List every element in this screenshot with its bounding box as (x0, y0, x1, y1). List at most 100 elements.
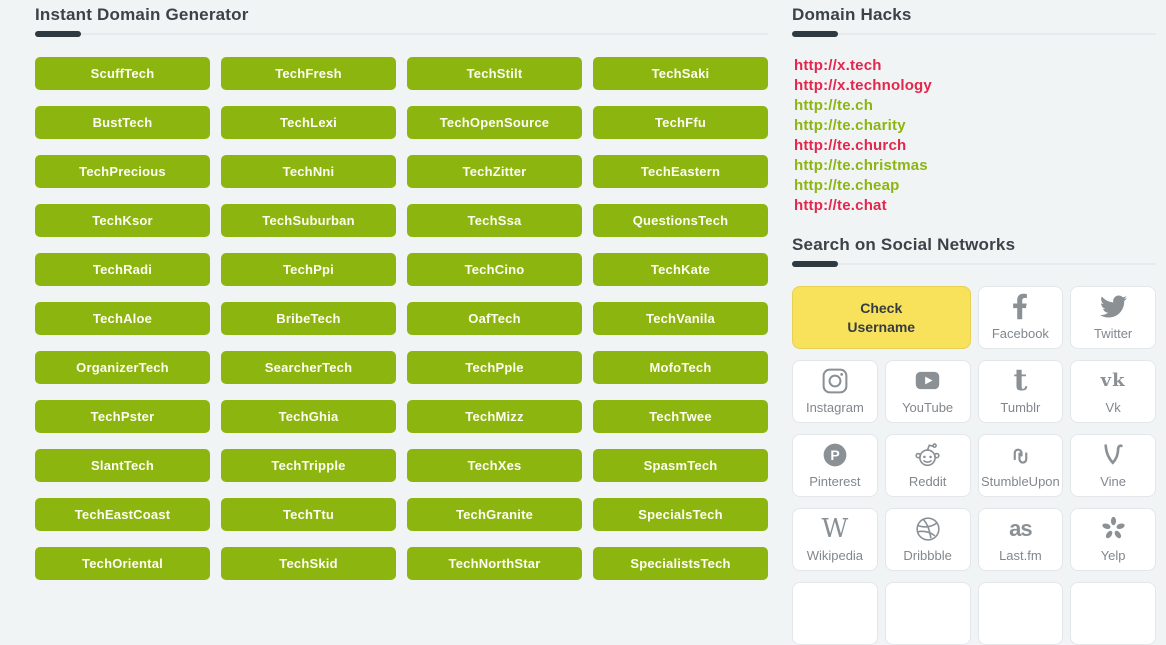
social-network-button[interactable]: Facebook (977, 286, 1064, 349)
domain-hack-link[interactable]: http://te.christmas (794, 156, 1156, 176)
social-network-button[interactable]: Dribbble (884, 508, 971, 571)
social-network-label: StumbleUpon (980, 474, 1060, 489)
youtube-icon (912, 361, 943, 400)
social-network-label: Instagram (805, 400, 864, 415)
social-network-button[interactable]: Yelp (1070, 508, 1156, 571)
social-network-label: Tumblr (1000, 400, 1041, 415)
domain-hacks-title: Domain Hacks (792, 5, 912, 24)
domain-suggestion-button[interactable]: TechXes (407, 449, 582, 482)
domain-hacks-list: http://x.tech http://x.technology http://t… (792, 56, 1156, 216)
domain-suggestion-button[interactable]: ScuffTech (35, 57, 210, 90)
domain-suggestion-button[interactable]: TechZitter (407, 155, 582, 188)
domain-suggestion-button[interactable]: TechTripple (221, 449, 396, 482)
domain-suggestion-button[interactable]: TechPple (407, 351, 582, 384)
domain-suggestion-button[interactable]: TechSsa (407, 204, 582, 237)
social-button-partial[interactable] (1070, 582, 1156, 645)
title-underline (792, 261, 1156, 267)
social-network-button[interactable]: as Last.fm (977, 508, 1064, 571)
right-sidebar: Domain Hacks http://x.tech http://x.techn… (792, 0, 1156, 645)
yelp-icon (1100, 509, 1127, 548)
domain-suggestion-button[interactable]: TechFresh (221, 57, 396, 90)
domain-suggestion-button[interactable]: TechCino (407, 253, 582, 286)
domain-suggestion-button[interactable]: TechTwee (593, 400, 768, 433)
social-network-button[interactable]: vk Vk (1070, 360, 1156, 423)
domain-suggestion-button[interactable]: TechGranite (407, 498, 582, 531)
domain-suggestion-button[interactable]: SlantTech (35, 449, 210, 482)
domain-suggestion-button[interactable]: OafTech (407, 302, 582, 335)
social-network-button[interactable]: Vine (1070, 434, 1156, 497)
domain-suggestion-button[interactable]: TechStilt (407, 57, 582, 90)
social-network-label: Pinterest (809, 474, 861, 489)
domain-suggestion-button[interactable]: SpecialistsTech (593, 547, 768, 580)
domain-suggestions-grid: ScuffTech TechFresh TechStilt TechSaki BustT… (35, 57, 768, 580)
domain-suggestion-button[interactable]: TechSuburban (221, 204, 396, 237)
domain-suggestion-button[interactable]: TechOriental (35, 547, 210, 580)
social-network-button[interactable]: StumbleUpon (977, 434, 1064, 497)
domain-suggestion-button[interactable]: TechPrecious (35, 155, 210, 188)
social-button-partial[interactable] (792, 582, 878, 645)
domain-suggestion-button[interactable]: BustTech (35, 106, 210, 139)
domain-suggestion-button[interactable]: TechSkid (221, 547, 396, 580)
domain-suggestion-button[interactable]: TechNorthStar (407, 547, 582, 580)
social-network-button[interactable]: Reddit (884, 434, 971, 497)
domain-suggestion-button[interactable]: QuestionsTech (593, 204, 768, 237)
social-network-button[interactable]: YouTube (884, 360, 971, 423)
social-network-label: Twitter (1093, 326, 1133, 341)
social-search-title: Search on Social Networks (792, 235, 1016, 254)
domain-hack-link[interactable]: http://x.technology (794, 76, 1156, 96)
domain-hack-link[interactable]: http://te.church (794, 136, 1156, 156)
social-network-label: Reddit (908, 474, 947, 489)
social-network-label: Wikipedia (806, 548, 864, 563)
domain-suggestion-button[interactable]: TechNni (221, 155, 396, 188)
domain-suggestion-button[interactable]: TechLexi (221, 106, 396, 139)
domain-hack-link[interactable]: http://te.charity (794, 116, 1156, 136)
domain-hack-link[interactable]: http://te.chat (794, 196, 1156, 216)
social-network-label: Vk (1105, 400, 1121, 415)
generator-title: Instant Domain Generator (35, 5, 249, 24)
check-username-button[interactable]: Check Username (792, 286, 971, 349)
social-network-button[interactable]: Twitter (1070, 286, 1156, 349)
social-networks-grid: Check Username Facebook Twitter Instagra… (792, 286, 1156, 645)
stumbleupon-icon (1005, 435, 1036, 474)
domain-suggestion-button[interactable]: TechKate (593, 253, 768, 286)
domain-suggestion-button[interactable]: TechVanila (593, 302, 768, 335)
domain-suggestion-button[interactable]: TechEastCoast (35, 498, 210, 531)
domain-suggestion-button[interactable]: TechAloe (35, 302, 210, 335)
social-network-label: Last.fm (999, 548, 1042, 563)
domain-suggestion-button[interactable]: TechFfu (593, 106, 768, 139)
domain-suggestion-button[interactable]: OrganizerTech (35, 351, 210, 384)
svg-text:P: P (830, 446, 839, 462)
social-network-button[interactable]: P Pinterest (792, 434, 878, 497)
domain-suggestion-button[interactable]: TechMizz (407, 400, 582, 433)
domain-suggestion-button[interactable]: TechPster (35, 400, 210, 433)
domain-suggestion-button[interactable]: BribeTech (221, 302, 396, 335)
vk-icon: vk (1100, 369, 1126, 391)
domain-suggestion-button[interactable]: TechPpi (221, 253, 396, 286)
domain-suggestion-button[interactable]: TechGhia (221, 400, 396, 433)
domain-suggestion-button[interactable]: SpecialsTech (593, 498, 768, 531)
domain-hack-link[interactable]: http://te.cheap (794, 176, 1156, 196)
instagram-icon (821, 361, 849, 400)
domain-hack-link[interactable]: http://te.ch (794, 96, 1156, 116)
social-network-label: YouTube (902, 400, 954, 415)
instant-domain-generator-section: Instant Domain Generator ScuffTech TechFr… (35, 0, 768, 580)
domain-suggestion-button[interactable]: MofoTech (593, 351, 768, 384)
lastfm-icon: as (1009, 515, 1033, 541)
social-button-partial[interactable] (977, 582, 1064, 645)
domain-hack-link[interactable]: http://x.tech (794, 56, 1156, 76)
social-network-button[interactable]: W Wikipedia (792, 508, 878, 571)
domain-suggestion-button[interactable]: SearcherTech (221, 351, 396, 384)
title-underline (792, 31, 1156, 37)
domain-suggestion-button[interactable]: TechTtu (221, 498, 396, 531)
domain-suggestion-button[interactable]: TechOpenSource (407, 106, 582, 139)
social-network-button[interactable]: Instagram (792, 360, 878, 423)
domain-suggestion-button[interactable]: TechEastern (593, 155, 768, 188)
dribbble-icon (914, 509, 942, 548)
domain-suggestion-button[interactable]: TechSaki (593, 57, 768, 90)
domain-suggestion-button[interactable]: TechKsor (35, 204, 210, 237)
domain-suggestion-button[interactable]: SpasmTech (593, 449, 768, 482)
social-network-button[interactable]: t Tumblr (977, 360, 1064, 423)
social-network-label: Facebook (991, 326, 1049, 341)
social-button-partial[interactable] (884, 582, 971, 645)
domain-suggestion-button[interactable]: TechRadi (35, 253, 210, 286)
